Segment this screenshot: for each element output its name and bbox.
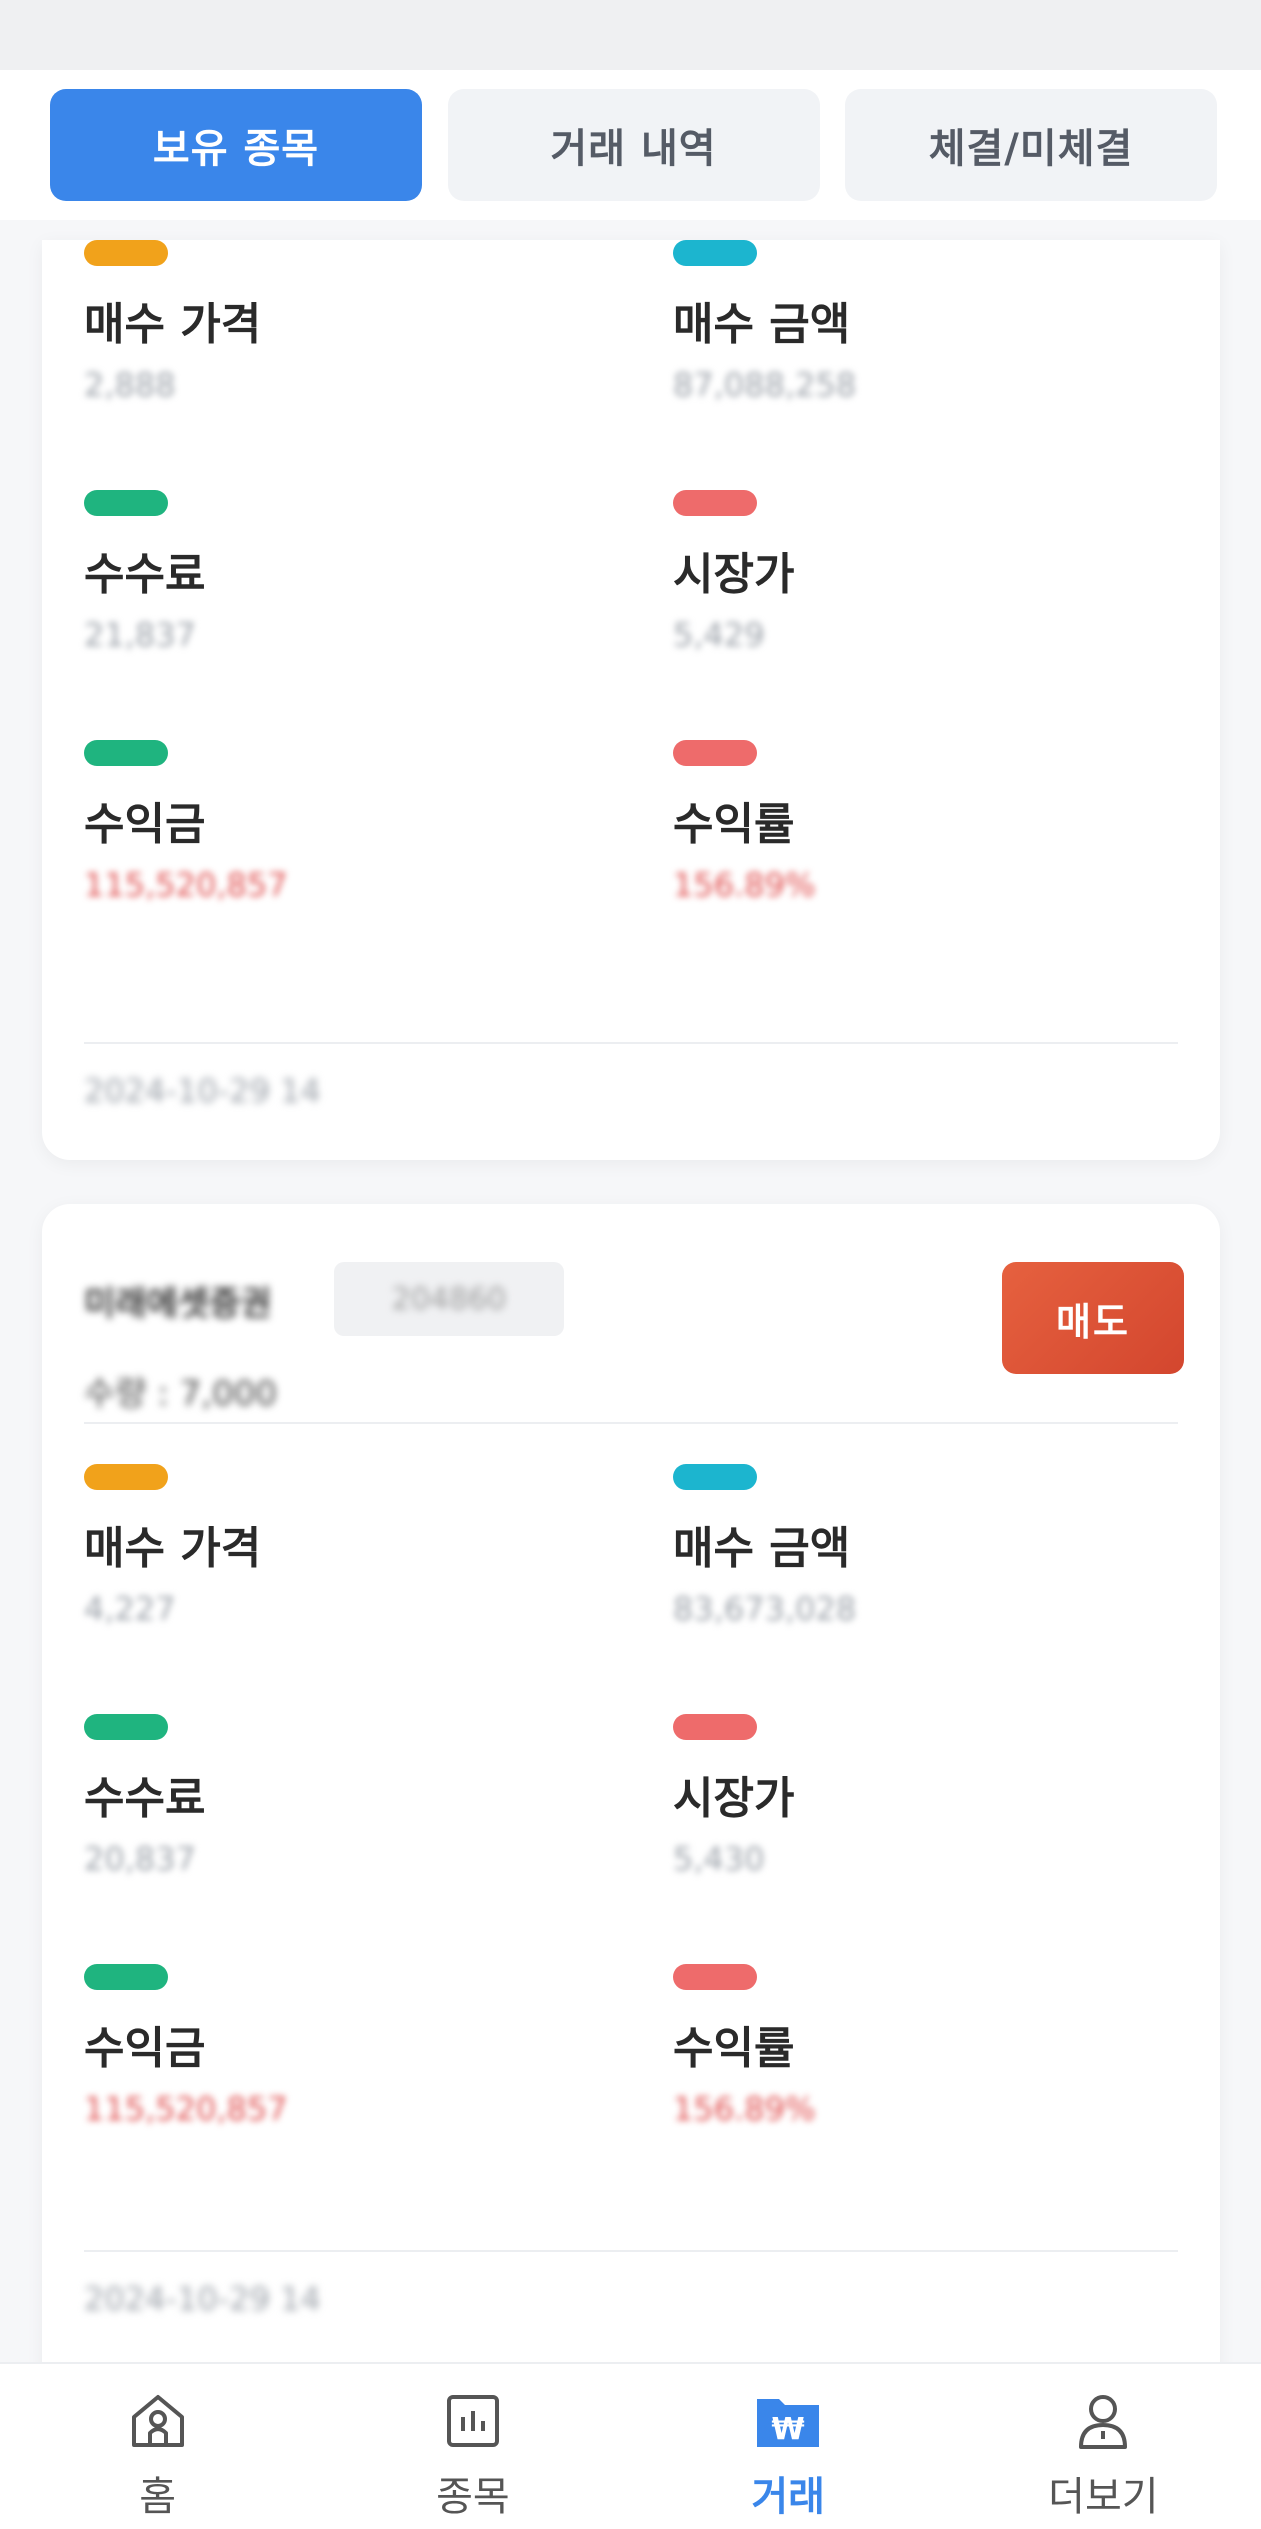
pill-indicator (84, 1714, 168, 1740)
tab-trade-history[interactable]: 거래 내역 (447, 89, 820, 201)
metric-label: 수익률 (673, 2023, 795, 2074)
nav-trade[interactable]: ₩ 거래 (631, 2364, 946, 2529)
metric-label: 매수 금액 (673, 1523, 851, 1574)
timestamp: 2024-10-29 14 (84, 2280, 321, 2318)
app-screen: 보유 종목 거래 내역 체결/미체결 매수 가격 2,888 매수 금액 87,… (0, 0, 1261, 2529)
metric-market-price: 시장가 5,429 (673, 490, 1173, 670)
person-icon (1068, 2386, 1138, 2456)
pill-indicator (84, 740, 168, 766)
pill-indicator (673, 1964, 757, 1990)
pill-indicator (673, 490, 757, 516)
stock-code-badge: 204860 (334, 1262, 564, 1336)
chart-icon (438, 2386, 508, 2456)
bottom-nav: 홈 종목 ₩ 거래 더보기 (0, 2362, 1261, 2529)
nav-label: 더보기 (1048, 2474, 1159, 2520)
pill-indicator (84, 1964, 168, 1990)
metric-label: 수수료 (84, 549, 206, 600)
pill-indicator (673, 1714, 757, 1740)
metric-label: 매수 금액 (673, 299, 851, 350)
metric-value: 87,088,258 (673, 366, 857, 404)
metric-label: 수익률 (673, 799, 795, 850)
nav-label: 종목 (436, 2474, 510, 2520)
metric-label: 시장가 (673, 1773, 795, 1824)
metric-value: 4,227 (84, 1590, 176, 1628)
metric-profit-rate: 수익률 156.89% (673, 740, 1173, 920)
pill-indicator (84, 240, 168, 266)
metric-value: 115,520,857 (84, 866, 288, 904)
metric-value: 115,520,857 (84, 2090, 288, 2128)
pill-indicator (673, 1464, 757, 1490)
metric-label: 수익금 (84, 2023, 206, 2074)
nav-label: 거래 (751, 2474, 825, 2520)
metric-buy-price: 매수 가격 4,227 (84, 1464, 584, 1644)
metric-value: 20,837 (84, 1840, 196, 1878)
status-strip (0, 0, 1261, 70)
won-folder-icon: ₩ (753, 2386, 823, 2456)
divider (84, 1422, 1178, 1424)
svg-text:₩: ₩ (772, 2412, 805, 2447)
metric-value: 83,673,028 (673, 1590, 857, 1628)
metric-value: 156.89% (673, 866, 816, 904)
pill-indicator (673, 240, 757, 266)
nav-label: 홈 (139, 2474, 177, 2520)
metric-buy-price: 매수 가격 2,888 (84, 240, 584, 420)
holding-card: 미래에셋증권 204860 수량 : 7,000 매도 매수 가격 4,227 … (42, 1204, 1220, 2404)
stock-code: 204860 (391, 1281, 507, 1317)
metric-value: 5,430 (673, 1840, 765, 1878)
holding-card: 매수 가격 2,888 매수 금액 87,088,258 수수료 21,837 … (42, 240, 1220, 1160)
metric-label: 매수 가격 (84, 1523, 262, 1574)
stock-name: 미래에셋증권 (84, 1284, 272, 1324)
timestamp: 2024-10-29 14 (84, 1072, 321, 1110)
metric-label: 수익금 (84, 799, 206, 850)
nav-more[interactable]: 더보기 (946, 2364, 1261, 2529)
metric-label: 시장가 (673, 549, 795, 600)
metric-buy-amount: 매수 금액 83,673,028 (673, 1464, 1173, 1644)
metric-profit-rate: 수익률 156.89% (673, 1964, 1173, 2144)
metric-value: 156.89% (673, 2090, 816, 2128)
divider (84, 2250, 1178, 2252)
home-icon (123, 2386, 193, 2456)
card-header: 미래에셋증권 204860 수량 : 7,000 매도 (84, 1262, 1184, 1432)
metric-fee: 수수료 21,837 (84, 490, 584, 670)
metric-fee: 수수료 20,837 (84, 1714, 584, 1894)
tab-executed-pending[interactable]: 체결/미체결 (845, 89, 1217, 201)
metric-buy-amount: 매수 금액 87,088,258 (673, 240, 1173, 420)
nav-stocks[interactable]: 종목 (315, 2364, 630, 2529)
metric-profit: 수익금 115,520,857 (84, 740, 584, 920)
metric-value: 2,888 (84, 366, 176, 404)
divider (84, 1042, 1178, 1044)
metric-value: 21,837 (84, 616, 196, 654)
metric-profit: 수익금 115,520,857 (84, 1964, 584, 2144)
pill-indicator (84, 1464, 168, 1490)
sell-button[interactable]: 매도 (1002, 1262, 1184, 1374)
metric-value: 5,429 (673, 616, 765, 654)
metric-market-price: 시장가 5,430 (673, 1714, 1173, 1894)
pill-indicator (84, 490, 168, 516)
metric-label: 매수 가격 (84, 299, 262, 350)
tab-holdings[interactable]: 보유 종목 (50, 89, 422, 201)
quantity: 수량 : 7,000 (84, 1374, 277, 1414)
pill-indicator (673, 740, 757, 766)
nav-home[interactable]: 홈 (0, 2364, 315, 2529)
metric-label: 수수료 (84, 1773, 206, 1824)
tab-bar: 보유 종목 거래 내역 체결/미체결 (0, 70, 1261, 220)
